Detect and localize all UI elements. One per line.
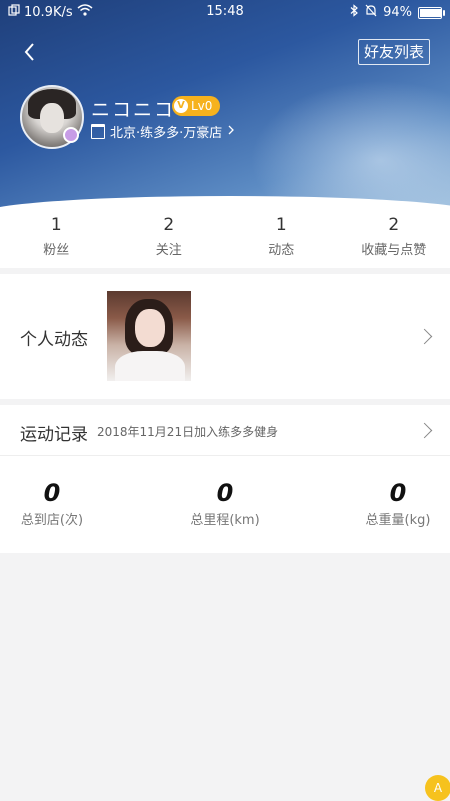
stat-label: 关注 xyxy=(113,239,226,258)
stat-value: 2 xyxy=(113,215,226,235)
vip-icon: V xyxy=(174,99,188,113)
back-arrow-icon xyxy=(18,40,42,64)
join-date: 2018年11月21日加入练多多健身 xyxy=(97,423,278,440)
stat-label: 粉丝 xyxy=(0,239,113,258)
metric-value: 0 xyxy=(0,479,117,507)
stat-followers[interactable]: 1 粉丝 xyxy=(0,207,113,268)
stat-label: 动态 xyxy=(225,239,338,258)
stats-bar: 1 粉丝 2 关注 1 动态 2 收藏与点赞 xyxy=(0,207,450,268)
stat-favorites-likes[interactable]: 2 收藏与点赞 xyxy=(338,207,450,268)
floating-assistant-button[interactable]: A xyxy=(425,775,450,801)
thumb-face xyxy=(135,309,165,347)
metric-distance: 0 总里程(km) xyxy=(160,479,290,528)
metric-value: 0 xyxy=(160,479,290,507)
record-title: 运动记录 xyxy=(20,420,88,445)
store-icon xyxy=(91,124,105,139)
stat-value: 1 xyxy=(0,215,113,235)
back-button[interactable] xyxy=(18,40,42,64)
workout-record-card: 运动记录 2018年11月21日加入练多多健身 0 总到店(次) 0 总里程(k… xyxy=(0,405,450,553)
chevron-right-icon xyxy=(227,124,235,139)
friends-list-button[interactable]: 好友列表 xyxy=(358,39,430,65)
stat-following[interactable]: 2 关注 xyxy=(113,207,226,268)
store-link[interactable]: 北京·练多多·万豪店 xyxy=(91,122,235,141)
metric-visits: 0 总到店(次) xyxy=(0,479,117,528)
level-text: Lv0 xyxy=(191,99,212,113)
workout-record-header[interactable]: 运动记录 2018年11月21日加入练多多健身 xyxy=(0,405,450,456)
level-badge[interactable]: V Lv0 xyxy=(172,96,220,116)
chevron-right-icon xyxy=(417,329,433,345)
bluetooth-icon xyxy=(350,4,359,21)
battery-percent: 94% xyxy=(383,5,412,20)
metric-value: 0 xyxy=(333,479,450,507)
personal-feed-row[interactable]: 个人动态 xyxy=(0,274,450,399)
stat-label: 收藏与点赞 xyxy=(338,239,450,258)
stat-posts[interactable]: 1 动态 xyxy=(225,207,338,268)
header-glow xyxy=(250,80,450,210)
metric-label: 总重量(kg) xyxy=(333,509,450,528)
store-name: 北京·练多多·万豪店 xyxy=(110,122,222,141)
status-bar: 10.9K/s 15:48 94% xyxy=(0,0,450,24)
battery-icon xyxy=(418,7,442,19)
thumb-shirt xyxy=(115,351,185,381)
avatar-face xyxy=(40,103,64,133)
metric-weight: 0 总重量(kg) xyxy=(333,479,450,528)
feed-title: 个人动态 xyxy=(20,325,88,350)
username: ニコニコ xyxy=(91,95,175,122)
stat-value: 2 xyxy=(338,215,450,235)
metric-label: 总里程(km) xyxy=(160,509,290,528)
stat-value: 1 xyxy=(225,215,338,235)
bell-muted-icon xyxy=(365,4,377,21)
feed-thumbnail[interactable] xyxy=(107,291,191,381)
metric-label: 总到店(次) xyxy=(0,509,117,528)
gender-dot-icon xyxy=(63,127,79,143)
chevron-right-icon xyxy=(417,423,433,439)
